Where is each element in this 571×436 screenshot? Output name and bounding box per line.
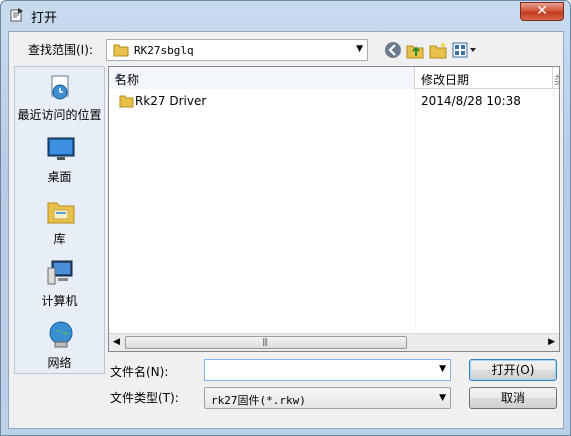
- chevron-down-icon: ▼: [439, 393, 446, 403]
- window-title: 打开: [31, 11, 58, 26]
- place-computer[interactable]: 计算机: [15, 258, 104, 318]
- file-list[interactable]: 名称 ▲ 修改日期 类 Rk27 Driver 2014/8/28 10:38 …: [108, 66, 560, 352]
- file-date: 2014/8/28 10:38: [421, 94, 521, 108]
- new-folder-icon[interactable]: [428, 40, 448, 60]
- look-in-label: 查找范围(I):: [28, 43, 93, 57]
- file-name: Rk27 Driver: [135, 94, 207, 108]
- file-type-dropdown[interactable]: rk27固件(*.rkw) ▼: [204, 387, 451, 409]
- close-button[interactable]: ✕: [520, 2, 564, 21]
- file-type-value: rk27固件(*.rkw): [211, 394, 306, 407]
- place-desktop[interactable]: 桌面: [15, 134, 104, 194]
- file-name-label: 文件名(N):: [110, 365, 169, 379]
- place-label: 最近访问的位置: [17, 108, 102, 122]
- network-icon: [49, 321, 73, 348]
- dialog-body: 查找范围(I): RK27sbglq ▼ 最近访问的位置 桌面 库 计算机 网络…: [8, 31, 564, 429]
- recent-places-icon: [51, 75, 69, 100]
- place-recent[interactable]: 最近访问的位置: [15, 72, 104, 132]
- place-network[interactable]: 网络: [15, 320, 104, 380]
- places-bar: 最近访问的位置 桌面 库 计算机 网络: [14, 66, 105, 374]
- column-header-name[interactable]: 名称 ▲: [109, 67, 415, 89]
- list-item[interactable]: Rk27 Driver 2014/8/28 10:38: [109, 91, 559, 111]
- libraries-icon: [47, 202, 75, 224]
- folder-icon: [119, 95, 134, 108]
- file-name-input[interactable]: ▼: [204, 359, 451, 381]
- horizontal-scrollbar[interactable]: ◀ ||| ▶: [109, 333, 559, 351]
- column-divider: [415, 89, 416, 331]
- look-in-dropdown[interactable]: RK27sbglq ▼: [106, 39, 368, 61]
- folder-icon: [113, 44, 129, 57]
- place-label: 计算机: [41, 294, 78, 308]
- column-header-modified[interactable]: 修改日期: [415, 67, 553, 89]
- scroll-left-icon[interactable]: ◀: [113, 337, 120, 347]
- open-dialog: 打开 ✕ 查找范围(I): RK27sbglq ▼ 最近访问的位置 桌面 库 计…: [0, 0, 571, 436]
- column-header-row: 名称 ▲ 修改日期 类: [109, 67, 559, 89]
- sort-up-icon: ▲: [115, 71, 122, 80]
- look-in-value: RK27sbglq: [134, 44, 194, 57]
- open-file-icon: [10, 8, 23, 22]
- place-label: 桌面: [47, 170, 72, 184]
- view-menu-icon[interactable]: [452, 40, 478, 60]
- place-libraries[interactable]: 库: [15, 196, 104, 256]
- place-label: 网络: [47, 356, 72, 370]
- column-header-type[interactable]: 类: [554, 71, 559, 88]
- computer-icon: [47, 260, 73, 285]
- up-folder-icon[interactable]: [405, 40, 425, 60]
- chevron-down-icon[interactable]: ▼: [439, 364, 446, 374]
- scrollbar-thumb[interactable]: |||: [125, 336, 407, 349]
- title-bar[interactable]: 打开 ✕: [1, 1, 570, 31]
- chevron-down-icon: ▼: [356, 44, 363, 54]
- grip-icon: |||: [262, 337, 268, 346]
- scroll-right-icon[interactable]: ▶: [548, 337, 555, 347]
- back-icon[interactable]: [383, 40, 403, 60]
- desktop-icon: [47, 137, 75, 160]
- open-button[interactable]: 打开(O): [469, 359, 557, 381]
- place-label: 库: [53, 232, 66, 246]
- file-type-label: 文件类型(T):: [110, 391, 179, 405]
- column-divider: [553, 89, 554, 331]
- cancel-button[interactable]: 取消: [469, 387, 557, 409]
